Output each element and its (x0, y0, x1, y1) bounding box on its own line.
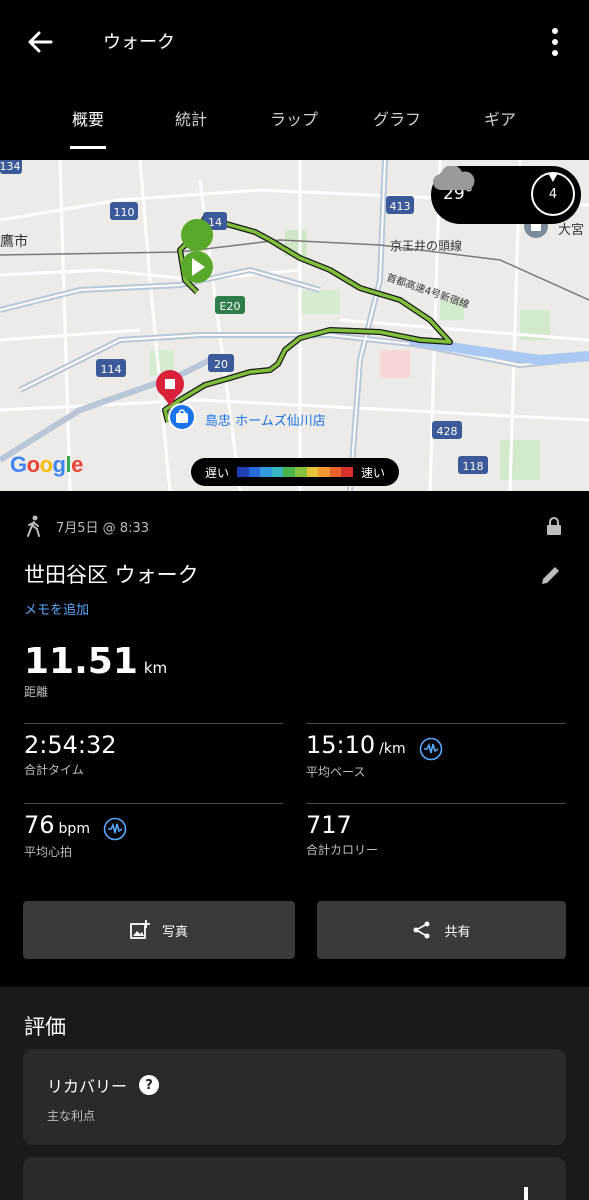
share-icon (413, 921, 430, 939)
route-label: 110 (114, 206, 135, 219)
legend-slow-label: 遅い (205, 466, 230, 480)
legend-color-swatch (318, 467, 330, 477)
divider (306, 723, 566, 724)
avg-pace-stat: 15:10/km 平均ペース (306, 731, 443, 780)
help-icon[interactable]: ? (139, 1075, 160, 1095)
date-row: 7月5日 @ 8:33 (24, 515, 149, 537)
legend-color-swatch (341, 467, 353, 477)
total-time-stat: 2:54:32 合計タイム (24, 731, 117, 778)
route-label: 114 (101, 363, 122, 376)
recovery-subtitle: 主な利点 (47, 1109, 96, 1123)
pulse-chart-icon[interactable] (103, 817, 127, 841)
distance-value: 11.51 km (24, 641, 167, 682)
store-label: 島忠 ホームズ仙川店 (205, 413, 326, 429)
activity-title: 世田谷区 ウォーク (24, 563, 199, 587)
route-label: 20 (214, 358, 228, 371)
legend-color-bar (237, 467, 353, 477)
avg-hr-label: 平均心拍 (24, 844, 73, 859)
distance-unit: km (143, 659, 168, 677)
legend-fast-label: 速い (360, 466, 385, 480)
shopping-bag-icon (168, 403, 196, 431)
city-label: 鷹市 (0, 233, 28, 250)
avg-hr-unit: bpm (58, 821, 90, 837)
route-label: E20 (220, 300, 241, 313)
legend-color-swatch (260, 467, 272, 477)
total-time-label: 合計タイム (24, 763, 84, 777)
activity-date: 7月5日 @ 8:33 (56, 520, 149, 536)
avg-heart-rate-stat: 76 bpm 平均心拍 (24, 811, 127, 860)
pulse-chart-icon[interactable] (419, 737, 443, 761)
total-time-value: 2:54:32 (24, 731, 117, 759)
pace-legend: 遅い 速い (191, 458, 399, 486)
top-bar: ウォーク (0, 0, 589, 82)
next-card[interactable] (23, 1157, 566, 1200)
card-indicator (524, 1187, 528, 1200)
route-label: 134 (0, 160, 21, 173)
tab-stats[interactable]: 統計 (151, 106, 231, 130)
recovery-title-row: リカバリー ? (47, 1073, 160, 1097)
rating-title: 評価 (24, 1015, 66, 1039)
legend-color-swatch (306, 467, 319, 477)
cloud-icon (433, 166, 475, 190)
legend-color-swatch (271, 467, 284, 477)
photo-button[interactable]: 写真 (23, 901, 295, 959)
lock-icon[interactable] (545, 516, 563, 536)
wind-speed: 4 (548, 186, 558, 202)
rating-section: 評価 リカバリー ? 主な利点 (0, 987, 589, 1200)
divider (24, 803, 283, 804)
tab-active-indicator (70, 146, 106, 149)
add-note-link[interactable]: メモを追加 (24, 599, 89, 618)
calories-stat: 717 合計カロリー (306, 811, 378, 858)
wind-compass: 4 (531, 172, 575, 216)
legend-color-swatch (248, 467, 261, 477)
share-button[interactable]: 共有 (317, 901, 566, 959)
weather-badge: 29° 4 (431, 166, 581, 224)
page-title: ウォーク (103, 32, 175, 53)
photo-button-label: 写真 (161, 924, 188, 940)
dot (552, 39, 558, 45)
add-photo-icon (130, 920, 150, 939)
pencil-icon[interactable] (539, 563, 563, 587)
avg-pace-unit: /km (379, 741, 406, 757)
recovery-card[interactable]: リカバリー ? 主な利点 (23, 1049, 566, 1145)
dot (552, 50, 558, 56)
distance-label: 距離 (24, 685, 49, 699)
rail-label: 京王井の頭線 (390, 238, 462, 253)
tab-laps[interactable]: ラップ (254, 106, 334, 130)
route-label: 428 (437, 425, 458, 438)
tab-overview[interactable]: 概要 (48, 106, 128, 130)
activity-summary: 7月5日 @ 8:33 世田谷区 ウォーク メモを追加 11.51 km 距離 2… (0, 491, 589, 987)
more-options-button[interactable] (541, 22, 569, 62)
tab-gear[interactable]: ギア (460, 106, 540, 130)
city-label: 大宮 (558, 222, 584, 238)
share-button-label: 共有 (444, 924, 471, 940)
avg-hr-value: 76 (24, 811, 55, 839)
route-map[interactable]: 134 110 14 413 E20 20 114 428 118 鷹市 大宮 … (0, 160, 589, 491)
divider (24, 723, 283, 724)
legend-color-swatch (294, 467, 307, 477)
legend-color-swatch (237, 467, 249, 477)
google-logo: Google (10, 452, 83, 477)
back-button[interactable] (22, 24, 58, 60)
avg-pace-label: 平均ペース (306, 764, 366, 779)
expressway-label: 首都高速4号新宿線 (385, 271, 471, 311)
avg-pace-value: 15:10 (306, 731, 376, 759)
route-label: 118 (463, 460, 484, 473)
recovery-title: リカバリー (47, 1077, 128, 1096)
dot (552, 28, 558, 34)
calories-label: 合計カロリー (306, 843, 379, 857)
calories-value: 717 (306, 811, 352, 839)
tab-graphs[interactable]: グラフ (357, 106, 437, 130)
arrow-left-icon (28, 31, 53, 53)
route-label: 413 (390, 200, 411, 213)
divider (306, 803, 566, 804)
distance-number: 11.51 (24, 641, 138, 682)
legend-color-swatch (283, 467, 295, 477)
legend-color-swatch (329, 467, 342, 477)
walking-icon (27, 515, 40, 537)
